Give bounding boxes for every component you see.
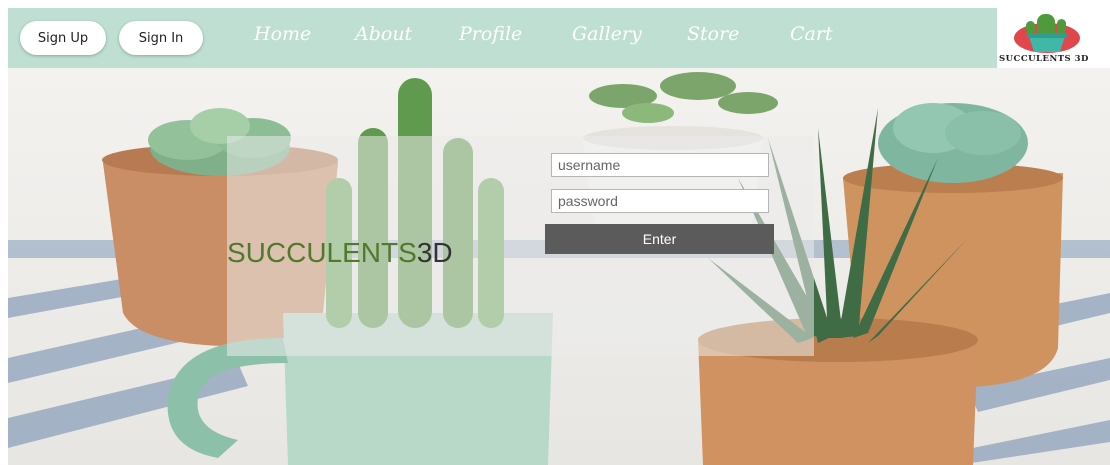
logo-text: SUCCULENTS 3D [999,54,1089,64]
sign-in-button[interactable]: Sign In [119,21,203,55]
sign-up-button[interactable]: Sign Up [20,21,106,55]
site-logo[interactable]: SUCCULENTS 3D [997,8,1110,68]
nav-profile[interactable]: Profile [459,23,522,45]
password-input[interactable] [551,189,769,213]
nav-home[interactable]: Home [254,23,311,45]
nav-gallery[interactable]: Gallery [572,23,642,45]
page-frame: Sign Up Sign In Home About Profile Galle… [8,8,1110,465]
enter-button[interactable]: Enter [545,224,774,254]
nav-about[interactable]: About [355,23,412,45]
login-brand-title: SUCCULENTS3D [227,237,453,269]
username-input[interactable] [551,153,769,177]
cactus-pot-icon [1014,14,1080,53]
nav-cart[interactable]: Cart [790,23,833,45]
brand-main-text: SUCCULENTS [227,237,417,268]
brand-suffix-text: 3D [416,237,453,268]
nav-store[interactable]: Store [687,23,739,45]
navbar: Sign Up Sign In Home About Profile Galle… [8,8,1110,68]
login-panel: SUCCULENTS3D Enter [227,136,814,356]
